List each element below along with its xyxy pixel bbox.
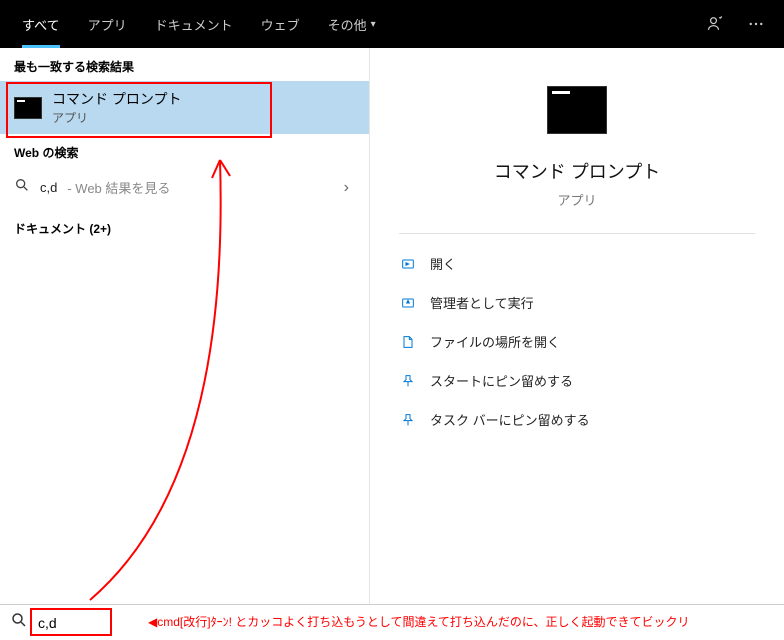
action-open-location-label: ファイルの場所を開く bbox=[430, 332, 560, 351]
preview-subtitle: アプリ bbox=[557, 190, 596, 209]
action-open-label: 開く bbox=[430, 254, 456, 273]
tab-all-label: すべて bbox=[22, 15, 60, 34]
search-icon bbox=[10, 611, 28, 634]
chevron-down-icon: ▾ bbox=[371, 19, 376, 30]
tab-docs-label: ドキュメント bbox=[155, 15, 233, 34]
action-open[interactable]: 開く bbox=[394, 244, 760, 283]
web-query: c,d bbox=[40, 180, 57, 195]
chevron-right-icon: › bbox=[344, 179, 355, 197]
search-tabs-bar: すべて アプリ ドキュメント ウェブ その他 ▾ bbox=[0, 0, 784, 48]
tab-documents[interactable]: ドキュメント bbox=[141, 0, 247, 48]
action-pin-taskbar-label: タスク バーにピン留めする bbox=[430, 410, 590, 429]
cmd-icon bbox=[14, 97, 42, 119]
tab-more-label: その他 bbox=[328, 15, 367, 34]
action-pin-to-taskbar[interactable]: タスク バーにピン留めする bbox=[394, 400, 760, 439]
action-pin-start-label: スタートにピン留めする bbox=[430, 371, 573, 390]
options-icon[interactable] bbox=[736, 4, 776, 44]
action-run-as-admin[interactable]: 管理者として実行 bbox=[394, 283, 760, 322]
action-pin-to-start[interactable]: スタートにピン留めする bbox=[394, 361, 760, 400]
preview-actions: 開く 管理者として実行 ファイルの場所を開く スタートにピン留めする タスク バ… bbox=[370, 234, 784, 449]
search-icon bbox=[14, 177, 30, 198]
tab-web-label: ウェブ bbox=[261, 15, 300, 34]
web-search-header: Web の検索 bbox=[0, 134, 369, 167]
web-result[interactable]: c,d - Web 結果を見る › bbox=[0, 167, 369, 208]
best-match-result[interactable]: コマンド プロンプト アプリ bbox=[0, 81, 369, 134]
action-run-admin-label: 管理者として実行 bbox=[430, 293, 534, 312]
result-text: コマンド プロンプト アプリ bbox=[52, 89, 355, 126]
web-hint: - Web 結果を見る bbox=[67, 178, 170, 197]
main-area: 最も一致する検索結果 コマンド プロンプト アプリ Web の検索 c,d - … bbox=[0, 48, 784, 604]
feedback-icon[interactable] bbox=[696, 4, 736, 44]
tab-more[interactable]: その他 ▾ bbox=[314, 0, 390, 48]
preview-panel: コマンド プロンプト アプリ 開く 管理者として実行 ファイルの場所を開く スタ… bbox=[370, 48, 784, 604]
annotation-text: ◀cmd[改行]ﾀｰﾝ! とカッコよく打ち込もうとして間違えて打ち込んだのに、正… bbox=[148, 613, 690, 630]
results-panel: 最も一致する検索結果 コマンド プロンプト アプリ Web の検索 c,d - … bbox=[0, 48, 370, 604]
documents-header[interactable]: ドキュメント (2+) bbox=[0, 208, 369, 249]
preview-cmd-icon bbox=[547, 86, 607, 134]
result-title: コマンド プロンプト bbox=[52, 89, 355, 109]
tab-apps-label: アプリ bbox=[88, 15, 127, 34]
action-open-file-location[interactable]: ファイルの場所を開く bbox=[394, 322, 760, 361]
tab-web[interactable]: ウェブ bbox=[247, 0, 314, 48]
tab-all[interactable]: すべて bbox=[8, 0, 74, 48]
tab-apps[interactable]: アプリ bbox=[74, 0, 141, 48]
best-match-header: 最も一致する検索結果 bbox=[0, 48, 369, 81]
preview-title: コマンド プロンプト bbox=[494, 158, 660, 184]
result-subtitle: アプリ bbox=[52, 109, 355, 126]
